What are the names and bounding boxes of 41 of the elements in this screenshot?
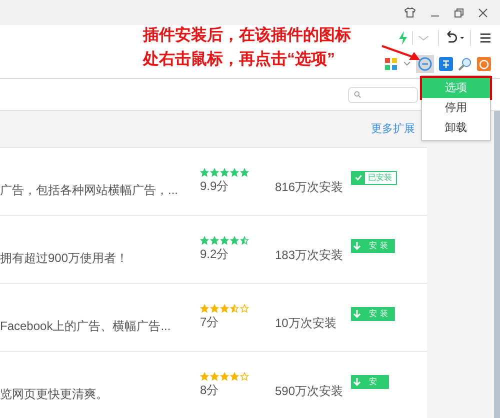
chevron-down-icon[interactable]: [403, 61, 411, 67]
magnifier-icon[interactable]: [458, 57, 472, 71]
extension-description: 拥有超过900万使用者！: [0, 250, 130, 266]
lightning-icon[interactable]: [398, 30, 408, 44]
restore-icon[interactable]: [454, 8, 464, 18]
scrollbar[interactable]: [494, 111, 500, 418]
extension-description: 广告，包括各种网站横幅广告，...: [0, 182, 180, 198]
annotation-text: 处右击鼠标，再点击“选项”: [143, 50, 336, 70]
extension-description: Facebook上的广告、横幅广告...: [0, 318, 172, 334]
undo-icon[interactable]: [438, 30, 466, 46]
install-button[interactable]: 安装: [351, 238, 395, 252]
install-count: 183万次安装: [275, 248, 344, 263]
install-count: 590万次安装: [275, 384, 344, 399]
apps-icon[interactable]: [384, 57, 398, 71]
download-icon: [351, 376, 363, 386]
install-button[interactable]: 安: [351, 374, 389, 388]
search-field[interactable]: [348, 86, 418, 102]
menu-item[interactable]: 卸载: [422, 118, 490, 138]
extension-description: 览网页更快更清爽。: [0, 386, 109, 402]
install-count: 816万次安装: [275, 180, 344, 195]
translate-icon[interactable]: [439, 57, 453, 71]
menu-item[interactable]: 选项: [422, 78, 490, 98]
rating-score: 9.9分: [200, 178, 229, 195]
download-icon: [351, 308, 363, 318]
rating-score: 9.2分: [200, 246, 229, 263]
shirt-icon[interactable]: [404, 7, 416, 18]
install-count: 10万次安装: [275, 316, 338, 331]
check-icon: [352, 171, 365, 184]
rating-score: 8分: [200, 382, 219, 399]
download-icon: [351, 240, 363, 250]
close-icon[interactable]: [478, 8, 488, 18]
menu-item[interactable]: 停用: [422, 98, 490, 118]
install-button[interactable]: 安装: [351, 306, 395, 320]
rating-score: 7分: [200, 314, 219, 331]
menu-icon[interactable]: [470, 30, 492, 46]
installed-button[interactable]: 已安装: [351, 170, 397, 184]
annotation-arrow: [381, 44, 421, 62]
more-extensions-link[interactable]: 更多扩展: [371, 120, 415, 138]
search-icon: [354, 91, 361, 98]
annotation-text: 插件安装后，在该插件的图标: [143, 25, 351, 46]
minus-circle-icon[interactable]: [416, 55, 434, 73]
